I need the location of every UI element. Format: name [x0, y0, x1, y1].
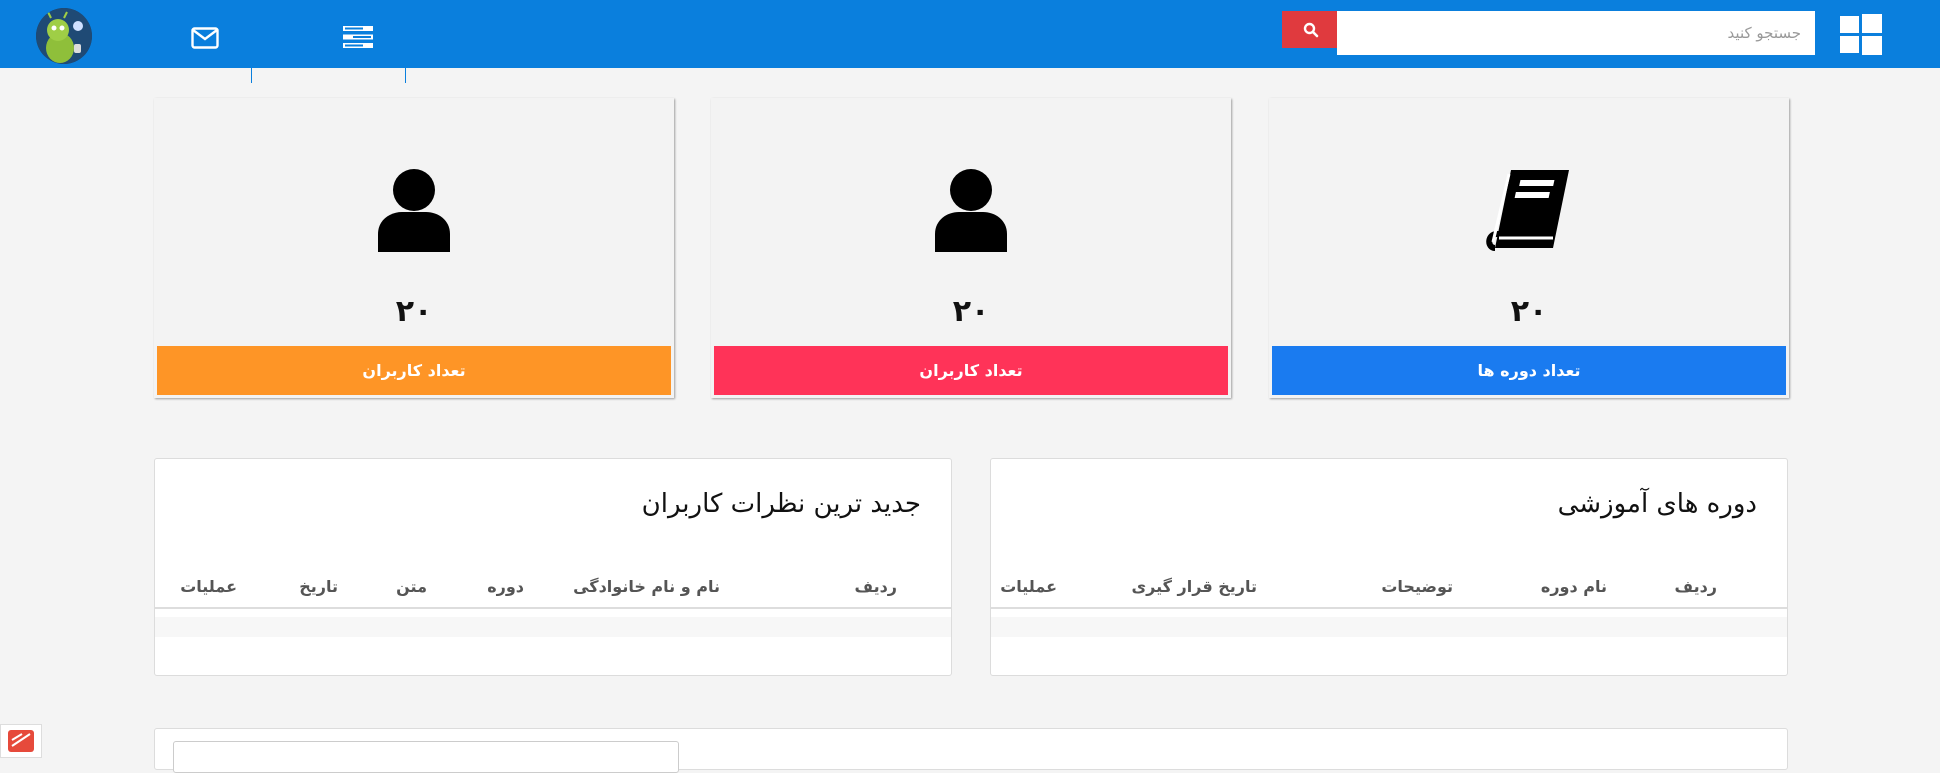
search-icon — [1303, 22, 1319, 37]
search-button[interactable] — [1282, 11, 1340, 48]
table-header: ردیف نام و نام خانوادگی دوره متن تاریخ ع… — [155, 567, 951, 609]
nav-divider — [405, 18, 406, 83]
top-navbar — [0, 0, 1940, 83]
stat-value: ۲۰ — [395, 294, 433, 329]
stat-label[interactable]: تعداد دوره ها — [1272, 346, 1786, 395]
search-box — [1282, 11, 1818, 57]
column-header: نام دوره — [1540, 577, 1607, 596]
column-header: تاریخ — [299, 577, 338, 596]
menu-icon[interactable] — [343, 26, 373, 48]
browser-extension-icon[interactable] — [0, 724, 42, 758]
bottom-panel — [154, 728, 1788, 773]
column-header: متن — [396, 577, 427, 596]
text-input[interactable] — [173, 741, 679, 773]
stat-card-users: ۲۰ تعداد کاربران — [711, 98, 1231, 398]
column-header: تاریخ قرار گیری — [1131, 577, 1257, 596]
table-row — [155, 617, 951, 637]
mail-icon[interactable] — [191, 27, 219, 49]
comments-title: جدید ترین نظرات کاربران — [641, 489, 921, 519]
column-header: عملیات — [180, 577, 237, 596]
column-header: عملیات — [1000, 577, 1057, 596]
comments-panel: جدید ترین نظرات کاربران ردیف نام و نام خ… — [154, 458, 952, 676]
stat-value: ۲۰ — [1510, 294, 1548, 329]
column-header: ردیف — [854, 577, 897, 596]
stat-label[interactable]: تعداد کاربران — [714, 346, 1228, 395]
stat-value: ۲۰ — [952, 294, 990, 329]
column-header: دوره — [487, 577, 524, 596]
table-row — [991, 617, 1787, 637]
stat-card-courses: ۲۰ تعداد دوره ها — [1269, 98, 1789, 398]
courses-title: دوره های آموزشی — [1557, 489, 1757, 519]
stat-label[interactable]: تعداد کاربران — [157, 346, 671, 395]
table-header: ردیف نام دوره توضیحات تاریخ قرار گیری عم… — [991, 567, 1787, 609]
book-icon — [1486, 170, 1569, 251]
windows-icon[interactable] — [1840, 14, 1882, 55]
user-icon — [378, 169, 450, 252]
search-input[interactable] — [1337, 11, 1815, 55]
stat-card-users: ۲۰ تعداد کاربران — [154, 98, 674, 398]
courses-panel: دوره های آموزشی ردیف نام دوره توضیحات تا… — [990, 458, 1788, 676]
avatar[interactable] — [36, 8, 92, 64]
column-header: نام و نام خانوادگی — [573, 577, 720, 596]
nav-divider — [251, 18, 252, 83]
user-icon — [935, 169, 1007, 252]
column-header: توضیحات — [1381, 577, 1453, 596]
column-header: ردیف — [1674, 577, 1717, 596]
